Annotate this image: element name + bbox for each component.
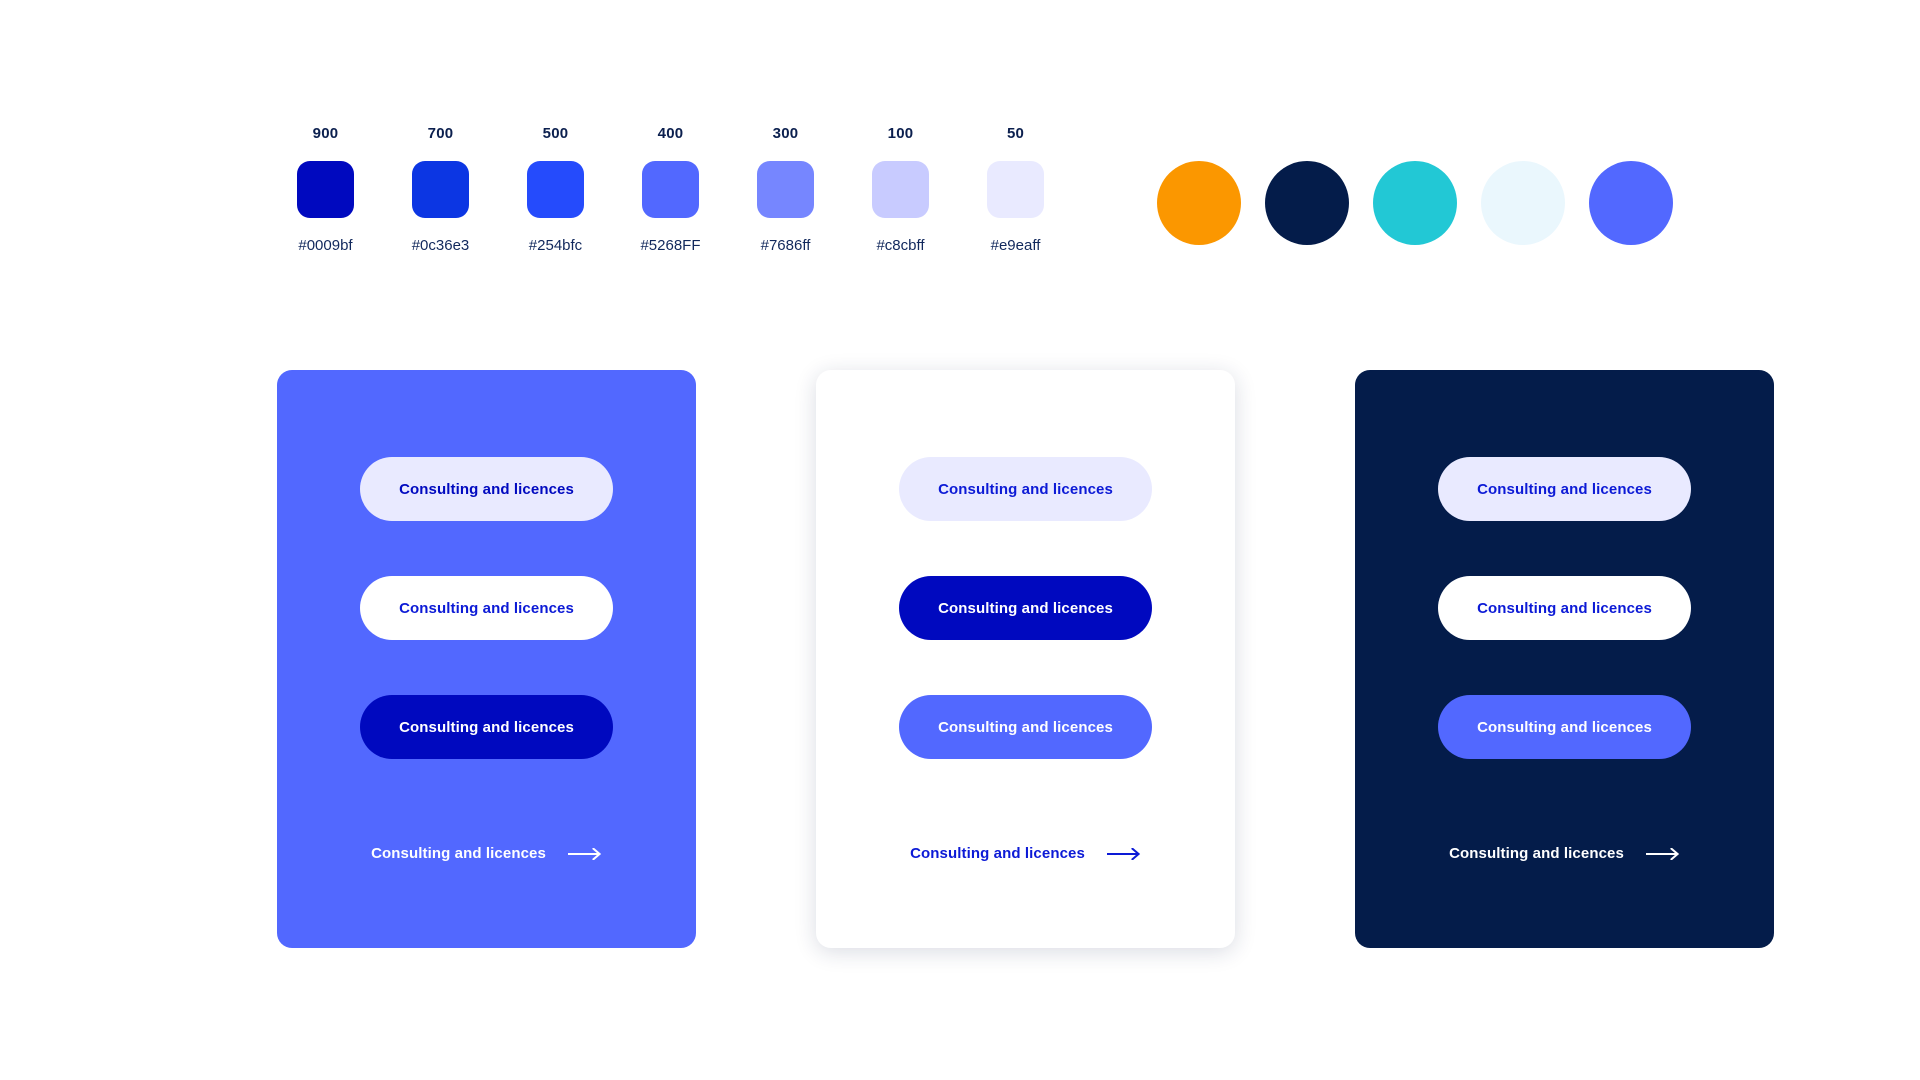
cta-button[interactable]: Consulting and licences [360, 695, 613, 759]
button-showcase-section: Consulting and licences Consulting and li… [277, 370, 1774, 948]
swatch-colour-chip[interactable] [757, 161, 814, 218]
swatch-hex-label: #5268FF [640, 237, 701, 254]
swatch-colour-chip[interactable] [872, 161, 929, 218]
accent-periwinkle-circle[interactable] [1589, 161, 1673, 245]
cta-button[interactable]: Consulting and licences [360, 457, 613, 521]
swatch-level-label: 700 [427, 125, 454, 142]
swatch-level-label: 500 [542, 125, 569, 142]
cta-button[interactable]: Consulting and licences [899, 457, 1152, 521]
swatch-colour-chip[interactable] [527, 161, 584, 218]
swatch-hex-label: #7686ff [760, 237, 811, 254]
swatch-colour-chip[interactable] [642, 161, 699, 218]
swatch-colour-chip[interactable] [987, 161, 1044, 218]
arrow-right-icon [1645, 847, 1680, 860]
cta-button[interactable]: Consulting and licences [1438, 576, 1691, 640]
swatch-level-label: 100 [887, 125, 914, 142]
button-card-white: Consulting and licences Consulting and li… [816, 370, 1235, 948]
cta-text-link-label: Consulting and licences [1449, 845, 1624, 862]
colour-palette-section: 900 #0009bf 700 #0c36e3 500 #254bfc 400 #5268FF… [268, 126, 1673, 253]
swatch-level-label: 900 [312, 125, 339, 142]
swatch-hex-label: #254bfc [528, 237, 583, 254]
cta-text-link[interactable]: Consulting and licences [910, 845, 1141, 862]
swatch-hex-label: #e9eaff [990, 237, 1041, 254]
swatch-hex-label: #0c36e3 [411, 237, 470, 254]
swatch-colour-chip[interactable] [297, 161, 354, 218]
accent-orange-circle[interactable] [1157, 161, 1241, 245]
accent-teal-circle[interactable] [1373, 161, 1457, 245]
colour-swatch: 900 #0009bf [268, 126, 383, 253]
swatch-colour-chip[interactable] [412, 161, 469, 218]
colour-swatch: 700 #0c36e3 [383, 126, 498, 253]
colour-swatch: 500 #254bfc [498, 126, 613, 253]
button-card-periwinkle: Consulting and licences Consulting and li… [277, 370, 696, 948]
colour-swatch: 100 #c8cbff [843, 126, 958, 253]
cta-button[interactable]: Consulting and licences [899, 695, 1152, 759]
swatch-level-label: 300 [772, 125, 799, 142]
accent-circle-list [1157, 161, 1673, 245]
cta-button[interactable]: Consulting and licences [360, 576, 613, 640]
accent-pale-blue-circle[interactable] [1481, 161, 1565, 245]
swatch-level-label: 50 [1006, 125, 1025, 142]
cta-text-link[interactable]: Consulting and licences [1449, 845, 1680, 862]
swatch-level-label: 400 [657, 125, 684, 142]
colour-swatch: 400 #5268FF [613, 126, 728, 253]
colour-swatch: 300 #7686ff [728, 126, 843, 253]
cta-button[interactable]: Consulting and licences [899, 576, 1152, 640]
arrow-right-icon [1106, 847, 1141, 860]
swatch-list: 900 #0009bf 700 #0c36e3 500 #254bfc 400 #5268FF… [268, 126, 1073, 253]
swatch-hex-label: #0009bf [298, 237, 353, 254]
button-card-navy: Consulting and licences Consulting and li… [1355, 370, 1774, 948]
cta-text-link[interactable]: Consulting and licences [371, 845, 602, 862]
cta-text-link-label: Consulting and licences [910, 845, 1085, 862]
accent-navy-circle[interactable] [1265, 161, 1349, 245]
cta-text-link-label: Consulting and licences [371, 845, 546, 862]
swatch-hex-label: #c8cbff [876, 237, 925, 254]
cta-button[interactable]: Consulting and licences [1438, 457, 1691, 521]
arrow-right-icon [567, 847, 602, 860]
colour-swatch: 50 #e9eaff [958, 126, 1073, 253]
cta-button[interactable]: Consulting and licences [1438, 695, 1691, 759]
